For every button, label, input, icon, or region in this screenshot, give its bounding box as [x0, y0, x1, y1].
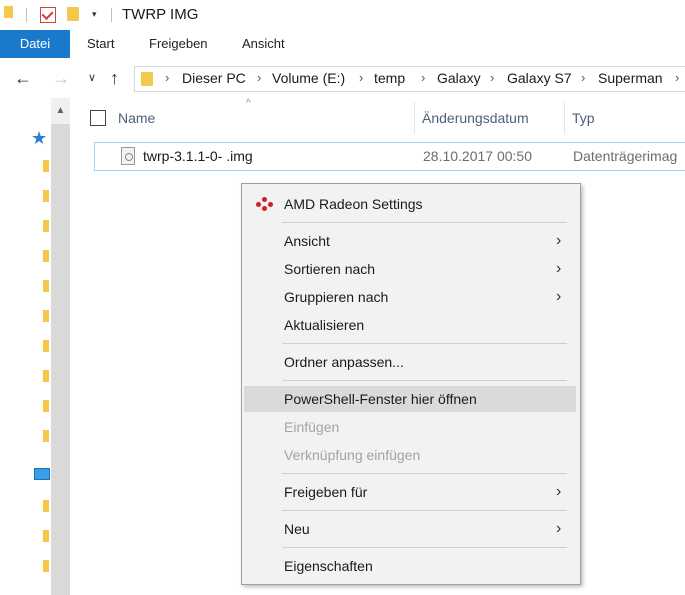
menu-item-neu[interactable]: Neu › — [244, 516, 576, 542]
column-header-date[interactable]: Änderungsdatum — [422, 100, 529, 136]
menu-separator — [282, 547, 567, 548]
chevron-right-icon[interactable]: › — [165, 70, 169, 85]
tab-ansicht[interactable]: Ansicht — [242, 30, 285, 58]
folder-icon[interactable] — [43, 250, 49, 262]
up-arrow-icon[interactable]: ↑ — [110, 68, 119, 89]
customize-quick-access-icon[interactable]: ▾ — [92, 9, 97, 20]
sort-ascending-icon: ^ — [246, 98, 251, 109]
file-name: twrp-3.1.1-0- .img — [143, 148, 253, 164]
menu-item-ordner-anpassen[interactable]: Ordner anpassen... — [244, 349, 576, 375]
chevron-right-icon[interactable]: › — [581, 70, 585, 85]
menu-item-sortieren-nach[interactable]: Sortieren nach › — [244, 256, 576, 282]
menu-separator — [282, 473, 567, 474]
quick-access-star-icon[interactable]: ★ — [31, 129, 47, 147]
folder-icon[interactable] — [43, 310, 49, 322]
folder-icon[interactable] — [43, 280, 49, 292]
folder-icon — [4, 6, 13, 18]
menu-item-freigeben-fuer[interactable]: Freigeben für › — [244, 479, 576, 505]
submenu-chevron-icon: › — [556, 232, 562, 249]
folder-icon[interactable] — [43, 220, 49, 232]
chevron-right-icon[interactable]: › — [359, 70, 363, 85]
menu-item-gruppieren-nach[interactable]: Gruppieren nach › — [244, 284, 576, 310]
file-row[interactable]: twrp-3.1.1-0- .img 28.10.2017 00:50 Date… — [94, 142, 685, 171]
tab-datei[interactable]: Datei — [0, 30, 70, 58]
chevron-right-icon[interactable]: › — [257, 70, 261, 85]
folder-icon[interactable] — [43, 430, 49, 442]
context-menu: AMD Radeon Settings Ansicht › Sortieren … — [241, 183, 581, 585]
tab-freigeben[interactable]: Freigeben — [149, 30, 208, 58]
title-bar: ▾ TWRP IMG — [0, 0, 685, 30]
menu-item-eigenschaften[interactable]: Eigenschaften — [244, 553, 576, 579]
forward-arrow-icon[interactable]: → — [52, 68, 70, 89]
chevron-right-icon[interactable]: › — [421, 70, 425, 85]
folder-icon[interactable] — [43, 340, 49, 352]
divider — [26, 8, 27, 22]
submenu-chevron-icon: › — [556, 483, 562, 500]
navigation-bar: ← → ∨ ↑ › Dieser PC › Volume (E:) › temp… — [0, 58, 685, 98]
file-type: Datenträgerimag — [573, 148, 678, 164]
breadcrumb-dieser-pc[interactable]: Dieser PC — [182, 70, 246, 86]
menu-item-verknuepfung-einfuegen[interactable]: Verknüpfung einfügen — [244, 442, 576, 468]
column-header-type[interactable]: Typ — [572, 100, 595, 136]
folder-icon[interactable] — [43, 500, 49, 512]
back-arrow-icon[interactable]: ← — [14, 68, 32, 89]
chevron-right-icon[interactable]: › — [675, 70, 679, 85]
menu-item-powershell[interactable]: PowerShell-Fenster hier öffnen — [244, 386, 576, 412]
column-divider[interactable] — [414, 102, 415, 134]
navigation-pane: ▲ — [0, 98, 70, 595]
folder-icon[interactable] — [43, 160, 49, 172]
select-all-checkbox[interactable] — [90, 110, 106, 126]
amd-radeon-icon — [256, 197, 274, 211]
submenu-chevron-icon: › — [556, 288, 562, 305]
window-title: TWRP IMG — [122, 6, 199, 23]
breadcrumb-galaxy[interactable]: Galaxy — [437, 70, 481, 86]
breadcrumb-temp[interactable]: temp — [374, 70, 405, 86]
disc-image-file-icon — [121, 147, 135, 165]
menu-item-amd-radeon-settings[interactable]: AMD Radeon Settings — [244, 191, 576, 217]
menu-separator — [282, 343, 567, 344]
breadcrumb-galaxy-s7[interactable]: Galaxy S7 — [507, 70, 572, 86]
folder-icon[interactable] — [43, 370, 49, 382]
menu-item-ansicht[interactable]: Ansicht › — [244, 228, 576, 254]
file-date: 28.10.2017 00:50 — [423, 148, 532, 164]
this-pc-icon[interactable] — [34, 468, 50, 480]
folder-icon[interactable] — [43, 530, 49, 542]
menu-item-aktualisieren[interactable]: Aktualisieren — [244, 312, 576, 338]
menu-separator — [282, 510, 567, 511]
submenu-chevron-icon: › — [556, 260, 562, 277]
tab-start[interactable]: Start — [87, 30, 114, 58]
folder-icon[interactable] — [43, 400, 49, 412]
menu-separator — [282, 222, 567, 223]
recent-locations-icon[interactable]: ∨ — [88, 71, 96, 84]
chevron-right-icon[interactable]: › — [490, 70, 494, 85]
menu-item-einfuegen[interactable]: Einfügen — [244, 414, 576, 440]
ribbon-tabs: Datei Start Freigeben Ansicht — [0, 30, 685, 59]
breadcrumb-volume-e[interactable]: Volume (E:) — [272, 70, 345, 86]
menu-separator — [282, 380, 567, 381]
navigation-pane-scrollbar[interactable] — [51, 98, 70, 595]
breadcrumb-superman[interactable]: Superman — [598, 70, 663, 86]
divider — [111, 8, 112, 22]
properties-icon[interactable] — [40, 7, 56, 23]
new-folder-icon[interactable] — [67, 7, 79, 21]
address-bar[interactable]: › Dieser PC › Volume (E:) › temp › Galax… — [134, 66, 685, 92]
scroll-up-icon[interactable]: ▲ — [51, 98, 70, 124]
folder-icon[interactable] — [43, 190, 49, 202]
column-header-name[interactable]: Name — [118, 100, 155, 136]
folder-icon — [141, 72, 153, 86]
submenu-chevron-icon: › — [556, 520, 562, 537]
column-divider[interactable] — [564, 102, 565, 134]
folder-icon[interactable] — [43, 560, 49, 572]
